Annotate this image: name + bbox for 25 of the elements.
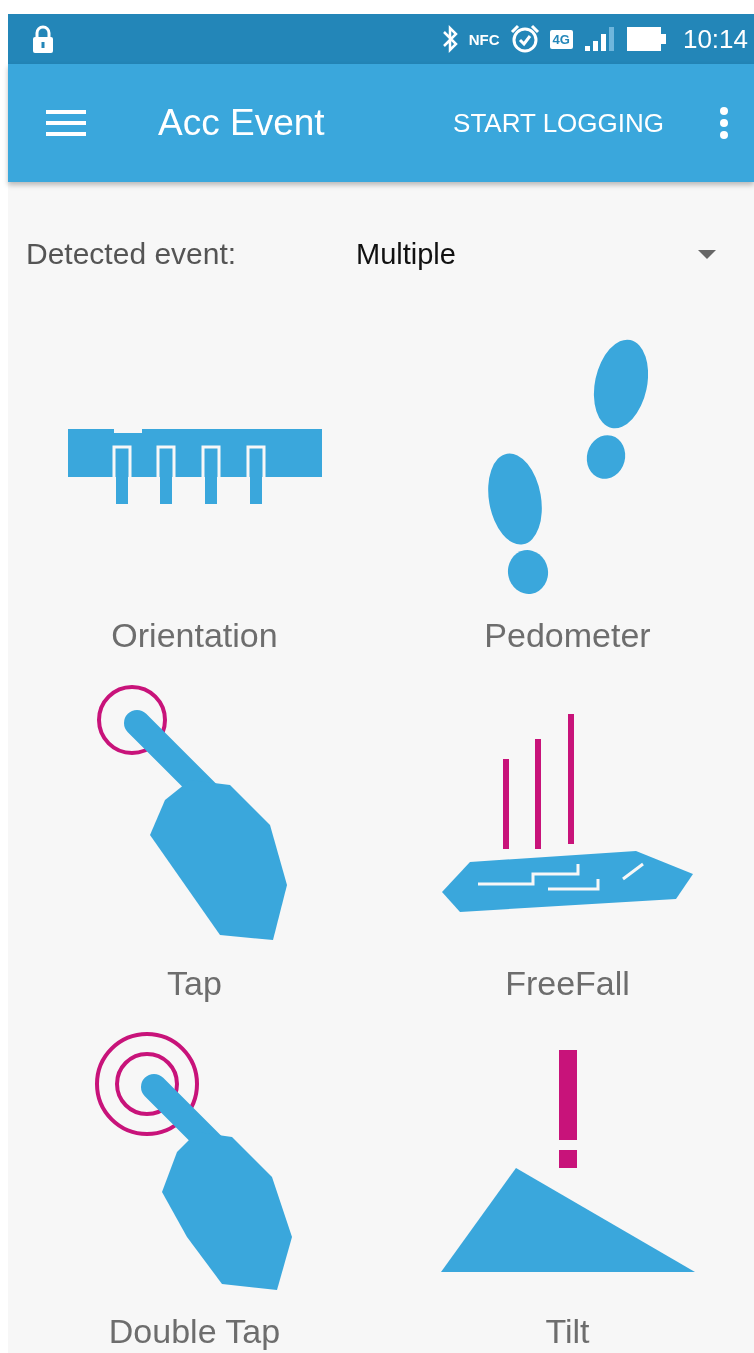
bluetooth-icon [440, 25, 459, 53]
footprints-icon [487, 338, 648, 594]
alarm-clock-icon [509, 24, 540, 54]
event-label[interactable]: Tilt [545, 1312, 590, 1351]
event-label[interactable]: Double Tap [108, 1312, 281, 1351]
more-options-icon [720, 107, 728, 139]
app-title: Acc Event [158, 102, 326, 144]
lock-icon [32, 25, 54, 53]
field-label: Detected event: [26, 237, 238, 271]
nfc-icon: NFC [468, 30, 500, 48]
event-label[interactable]: FreeFall [505, 964, 630, 1003]
menu-icon [46, 110, 86, 136]
event-dropdown[interactable]: Multiple [356, 237, 716, 271]
clock-time: 10:14 [682, 23, 748, 55]
menu-button[interactable] [46, 110, 86, 136]
network-type-badge: 4G [549, 29, 573, 49]
signal-icon [582, 26, 617, 52]
event-label[interactable]: Tap [167, 964, 222, 1003]
more-options-button[interactable] [720, 107, 728, 139]
event-label[interactable]: Pedometer [484, 616, 651, 655]
dropdown-caret-icon [698, 249, 716, 259]
battery-icon [626, 27, 667, 51]
start-logging-button[interactable]: START LOGGING [453, 107, 664, 139]
tilted-slope-icon [440, 1049, 695, 1275]
event-label[interactable]: Orientation [111, 616, 278, 655]
